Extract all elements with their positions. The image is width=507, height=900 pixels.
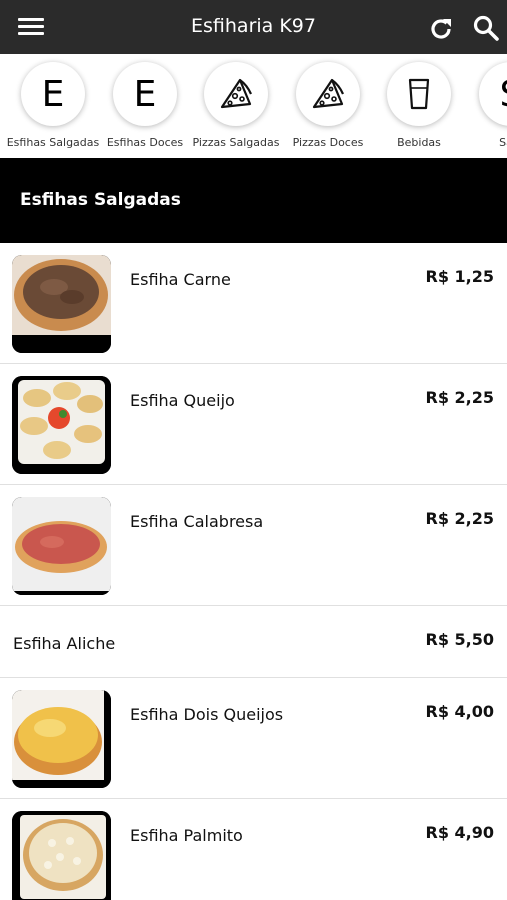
list-item[interactable]: Esfiha Carne R$ 1,25 xyxy=(0,243,507,364)
item-name: Esfiha Queijo xyxy=(130,391,235,410)
list-item[interactable]: Esfiha Queijo R$ 2,25 xyxy=(0,364,507,485)
category-strip[interactable]: E Esfihas Salgadas E Esfihas Doces Pizza… xyxy=(0,54,507,158)
item-name: Esfiha Dois Queijos xyxy=(130,705,284,724)
category-esfihas-salgadas[interactable]: E Esfihas Salgadas xyxy=(7,54,99,158)
category-salg[interactable]: S Salg xyxy=(465,54,507,158)
hamburger-menu-icon[interactable] xyxy=(18,15,46,39)
calabresa-esfiha-photo xyxy=(12,497,111,595)
glass-icon xyxy=(387,62,451,126)
list-item[interactable]: Esfiha Dois Queijos R$ 4,00 xyxy=(0,678,507,799)
category-label: Esfihas Salgadas xyxy=(6,136,100,149)
list-item[interactable]: Esfiha Calabresa R$ 2,25 xyxy=(0,485,507,606)
refresh-icon[interactable] xyxy=(427,15,455,43)
app-bar: Esfiharia K97 xyxy=(0,0,507,54)
item-price: R$ 2,25 xyxy=(425,509,495,528)
category-label: Pizzas Doces xyxy=(292,136,364,149)
app-title: Esfiharia K97 xyxy=(191,15,316,37)
meat-esfiha-photo xyxy=(12,255,111,353)
item-price: R$ 4,00 xyxy=(425,702,495,721)
item-price: R$ 2,25 xyxy=(425,388,495,407)
menu-item-list: Esfiha Carne R$ 1,25 Esfiha Queijo R$ 2,… xyxy=(0,243,507,900)
letter-e-icon: E xyxy=(113,62,177,126)
section-header: Esfihas Salgadas xyxy=(0,158,507,243)
item-name: Esfiha Calabresa xyxy=(130,512,264,531)
section-title: Esfihas Salgadas xyxy=(20,190,181,210)
item-name: Esfiha Carne xyxy=(130,270,231,289)
letter-s-icon: S xyxy=(479,62,507,126)
list-item[interactable]: Esfiha Aliche R$ 5,50 xyxy=(0,606,507,678)
category-pizzas-doces[interactable]: Pizzas Doces xyxy=(282,54,374,158)
item-name: Esfiha Aliche xyxy=(13,634,116,653)
two-cheese-esfiha-photo xyxy=(12,690,111,788)
category-label: Esfihas Doces xyxy=(106,136,184,149)
item-price: R$ 4,90 xyxy=(425,823,495,842)
search-icon[interactable] xyxy=(472,14,500,42)
category-bebidas[interactable]: Bebidas xyxy=(373,54,465,158)
pizza-slice-icon xyxy=(204,62,268,126)
item-name: Esfiha Palmito xyxy=(130,826,243,845)
category-pizzas-salgadas[interactable]: Pizzas Salgadas xyxy=(190,54,282,158)
category-label: Pizzas Salgadas xyxy=(192,136,280,149)
letter-e-icon: E xyxy=(21,62,85,126)
cheese-esfiha-photo xyxy=(12,376,111,474)
category-label: Salg xyxy=(499,136,507,149)
palmito-esfiha-photo xyxy=(12,811,111,900)
item-price: R$ 1,25 xyxy=(425,267,495,286)
list-item[interactable]: Esfiha Palmito R$ 4,90 xyxy=(0,799,507,900)
category-label: Bebidas xyxy=(397,136,441,149)
pizza-slice-icon xyxy=(296,62,360,126)
category-esfihas-doces[interactable]: E Esfihas Doces xyxy=(99,54,191,158)
item-price: R$ 5,50 xyxy=(425,630,495,649)
